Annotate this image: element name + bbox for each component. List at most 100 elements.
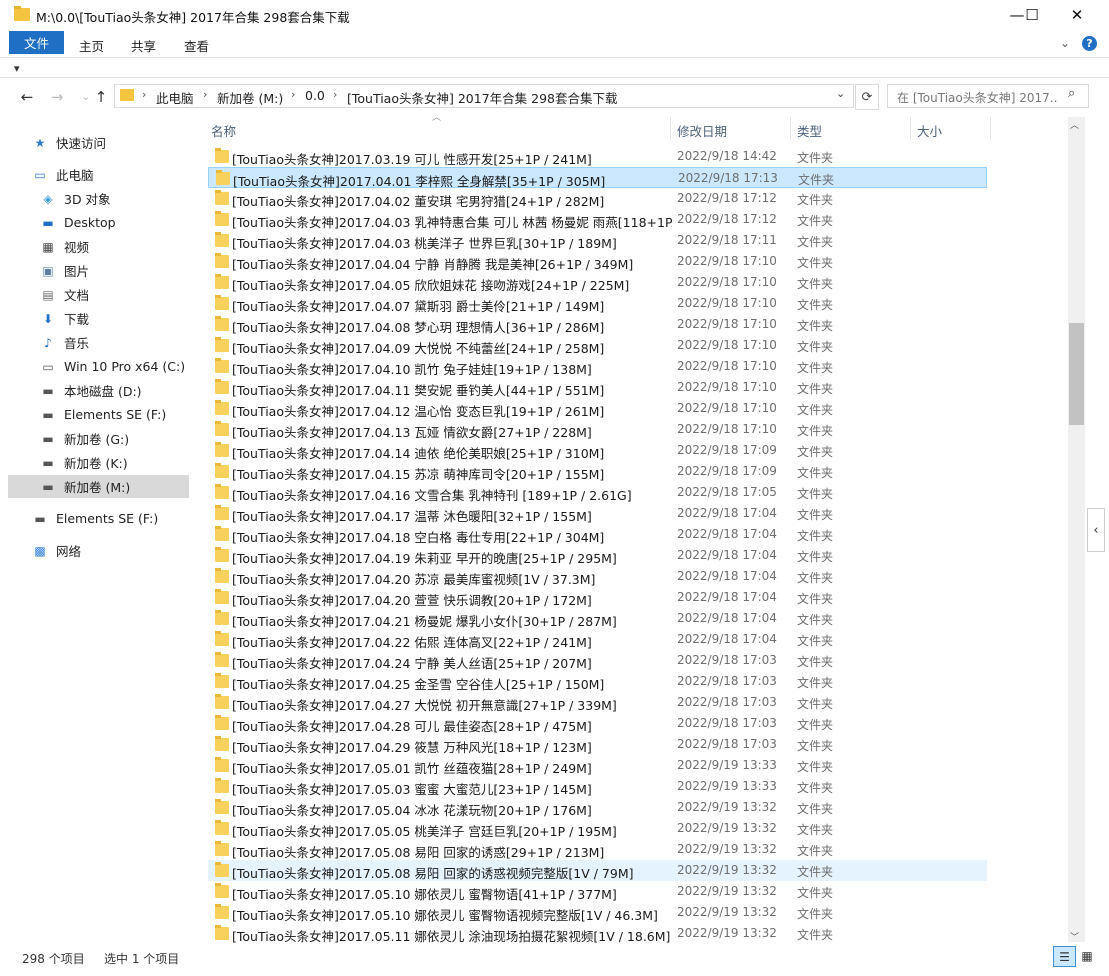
file-row[interactable]: [TouTiao头条女神]2017.04.19 朱莉亚 早开的晚唐[25+1P … — [208, 545, 987, 566]
file-name: [TouTiao头条女神]2017.04.28 可儿 最佳姿态[28+1P / … — [232, 719, 592, 734]
sidebar-item[interactable]: ◈ 3D 对象 — [8, 187, 189, 210]
file-row[interactable]: [TouTiao头条女神]2017.04.04 宁静 肖静腾 我是美神[26+1… — [208, 251, 987, 272]
breadcrumb-separator[interactable]: › — [291, 88, 295, 101]
collapse-panel-button[interactable]: ‹ — [1087, 508, 1105, 552]
scroll-up-icon[interactable]: ︿ — [1070, 118, 1079, 131]
close-button[interactable]: ✕ — [1054, 0, 1100, 30]
sidebar-item[interactable]: ♪ 音乐 — [8, 331, 189, 354]
file-row[interactable]: [TouTiao头条女神]2017.04.18 空白格 毒仕专用[22+1P /… — [208, 524, 987, 545]
scroll-down-icon[interactable]: ﹀ — [1070, 930, 1079, 943]
details-view-icon[interactable]: ☰ — [1053, 946, 1076, 967]
file-row[interactable]: [TouTiao头条女神]2017.05.03 蜜蜜 大蜜范儿[23+1P / … — [208, 776, 987, 797]
file-row[interactable]: [TouTiao头条女神]2017.05.08 易阳 回家的诱惑视频完整版[1V… — [208, 860, 987, 881]
file-row[interactable]: [TouTiao头条女神]2017.04.02 董安琪 宅男狩猎[24+1P /… — [208, 188, 987, 209]
breadcrumb-folder-0-0[interactable]: 0.0 — [305, 88, 325, 103]
forward-button[interactable]: → — [46, 88, 68, 106]
file-row[interactable]: [TouTiao头条女神]2017.04.09 大悦悦 不纯蕾丝[24+1P /… — [208, 335, 987, 356]
sidebar-item[interactable]: ▬ Elements SE (F:) — [8, 507, 189, 530]
search-input[interactable]: 在 [TouTiao头条女神] 2017... — [897, 89, 1057, 106]
file-row[interactable]: [TouTiao头条女神]2017.05.10 娜依灵儿 蜜臀物语视频完整版[1… — [208, 902, 987, 923]
quick-access-toolbar-icon[interactable]: ▾ — [14, 62, 20, 75]
breadcrumb-this-pc[interactable]: 此电脑 — [156, 88, 194, 107]
column-divider[interactable] — [990, 117, 991, 141]
file-row[interactable]: [TouTiao头条女神]2017.04.03 乳神特惠合集 可儿 林茜 杨曼妮… — [208, 209, 987, 230]
tab-view[interactable]: 查看 — [184, 36, 209, 55]
column-divider[interactable] — [790, 117, 791, 141]
sidebar-item[interactable]: ▤ 文档 — [8, 283, 189, 306]
column-header-name[interactable]: 名称 — [211, 121, 236, 140]
file-name: [TouTiao头条女神]2017.04.17 温蒂 沐色暖阳[32+1P / … — [232, 509, 592, 524]
file-row[interactable]: [TouTiao头条女神]2017.04.15 苏凉 萌神库司令[20+1P /… — [208, 461, 987, 482]
ribbon-expand-icon[interactable]: ⌄ — [1060, 36, 1070, 50]
refresh-button[interactable]: ⟳ — [855, 84, 879, 110]
column-divider[interactable] — [670, 117, 671, 141]
breadcrumb-separator[interactable]: › — [333, 88, 337, 101]
file-row[interactable]: [TouTiao头条女神]2017.04.22 佑熙 连体高叉[22+1P / … — [208, 629, 987, 650]
file-row[interactable]: [TouTiao头条女神]2017.05.08 易阳 回家的诱惑[29+1P /… — [208, 839, 987, 860]
sidebar-item[interactable]: ▬ 本地磁盘 (D:) — [8, 379, 189, 402]
file-name: [TouTiao头条女神]2017.04.22 佑熙 连体高叉[22+1P / … — [232, 635, 592, 650]
breadcrumb-separator[interactable]: › — [142, 88, 146, 101]
vertical-scrollbar[interactable] — [1068, 117, 1085, 942]
sidebar-item[interactable]: ▭ 此电脑 — [8, 163, 189, 186]
breadcrumb-current-folder[interactable]: [TouTiao头条女神] 2017年合集 298套合集下载 — [347, 88, 617, 107]
file-row[interactable]: [TouTiao头条女神]2017.04.13 瓦娅 情欲女爵[27+1P / … — [208, 419, 987, 440]
large-icons-view-icon[interactable]: ▦ — [1077, 946, 1097, 965]
sidebar-item[interactable]: ▣ 图片 — [8, 259, 189, 282]
file-row[interactable]: [TouTiao头条女神]2017.04.28 可儿 最佳姿态[28+1P / … — [208, 713, 987, 734]
sidebar-item[interactable]: ▬ Elements SE (F:) — [8, 403, 189, 426]
sidebar-item[interactable]: ▩ 网络 — [8, 539, 189, 562]
sidebar-item-label: 3D 对象 — [64, 192, 111, 207]
sidebar-item[interactable]: ▦ 视频 — [8, 235, 189, 258]
file-row[interactable]: [TouTiao头条女神]2017.03.19 可儿 性感开发[25+1P / … — [208, 146, 987, 167]
file-type: 文件夹 — [797, 319, 834, 333]
sidebar-item[interactable]: ▬ 新加卷 (K:) — [8, 451, 189, 474]
file-row[interactable]: [TouTiao头条女神]2017.05.04 冰冰 花漾玩物[20+1P / … — [208, 797, 987, 818]
column-header-date[interactable]: 修改日期 — [677, 121, 727, 140]
help-icon[interactable]: ? — [1082, 36, 1097, 51]
file-row[interactable]: [TouTiao头条女神]2017.04.24 宁静 美人丝语[25+1P / … — [208, 650, 987, 671]
file-row[interactable]: [TouTiao头条女神]2017.04.20 苏凉 最美库蜜视频[1V / 3… — [208, 566, 987, 587]
column-divider[interactable] — [910, 117, 911, 141]
column-header-type[interactable]: 类型 — [797, 121, 822, 140]
file-row[interactable]: [TouTiao头条女神]2017.05.11 娜依灵儿 涂油现场拍摄花絮视频[… — [208, 923, 987, 944]
file-row[interactable]: [TouTiao头条女神]2017.04.07 黛斯羽 爵士美伶[21+1P /… — [208, 293, 987, 314]
up-button[interactable]: ↑ — [90, 88, 112, 106]
file-row[interactable]: [TouTiao头条女神]2017.04.10 凯竹 兔子娃娃[19+1P / … — [208, 356, 987, 377]
sidebar-item[interactable]: ▬ 新加卷 (G:) — [8, 427, 189, 450]
column-header-size[interactable]: 大小 — [917, 121, 942, 140]
tab-share[interactable]: 共享 — [131, 36, 156, 55]
file-name: [TouTiao头条女神]2017.04.27 大悦悦 初开無意識[27+1P … — [232, 698, 617, 713]
sidebar-item[interactable]: ⬇ 下载 — [8, 307, 189, 330]
tab-home[interactable]: 主页 — [79, 36, 104, 55]
maximize-button[interactable]: ☐ — [1009, 0, 1055, 30]
file-row[interactable]: [TouTiao头条女神]2017.05.01 凯竹 丝蕴夜猫[28+1P / … — [208, 755, 987, 776]
file-row[interactable]: [TouTiao头条女神]2017.05.10 娜依灵儿 蜜臀物语[41+1P … — [208, 881, 987, 902]
file-row[interactable]: [TouTiao头条女神]2017.04.12 温心怡 变态巨乳[19+1P /… — [208, 398, 987, 419]
tab-file[interactable]: 文件 — [9, 31, 64, 54]
search-icon[interactable]: ⌕ — [1068, 86, 1075, 101]
sidebar-item[interactable]: ★ 快速访问 — [8, 131, 189, 154]
back-button[interactable]: ← — [16, 88, 38, 106]
file-row[interactable]: [TouTiao头条女神]2017.04.03 桃美洋子 世界巨乳[30+1P … — [208, 230, 987, 251]
file-row[interactable]: [TouTiao头条女神]2017.04.16 文雪合集 乳神特刊 [189+1… — [208, 482, 987, 503]
file-row[interactable]: [TouTiao头条女神]2017.04.01 李梓熙 全身解禁[35+1P /… — [208, 167, 987, 189]
file-row[interactable]: [TouTiao头条女神]2017.04.14 迪依 绝伦美职娘[25+1P /… — [208, 440, 987, 461]
file-row[interactable]: [TouTiao头条女神]2017.04.21 杨曼妮 爆乳小女仆[30+1P … — [208, 608, 987, 629]
sidebar-item[interactable]: ▭ Win 10 Pro x64 (C:) — [8, 355, 189, 378]
sidebar-item[interactable]: ▬ 新加卷 (M:) — [8, 475, 189, 498]
breadcrumb-separator[interactable]: › — [203, 88, 207, 101]
file-row[interactable]: [TouTiao头条女神]2017.04.17 温蒂 沐色暖阳[32+1P / … — [208, 503, 987, 524]
scrollbar-thumb[interactable] — [1069, 323, 1084, 425]
breadcrumb-drive-m[interactable]: 新加卷 (M:) — [217, 88, 283, 107]
file-row[interactable]: [TouTiao头条女神]2017.04.25 金圣雪 空谷佳人[25+1P /… — [208, 671, 987, 692]
file-row[interactable]: [TouTiao头条女神]2017.04.20 萱萱 快乐调教[20+1P / … — [208, 587, 987, 608]
file-row[interactable]: [TouTiao头条女神]2017.04.08 梦心玥 理想情人[36+1P /… — [208, 314, 987, 335]
file-row[interactable]: [TouTiao头条女神]2017.05.05 桃美洋子 宫廷巨乳[20+1P … — [208, 818, 987, 839]
sidebar-item[interactable]: ▬ Desktop — [8, 211, 189, 234]
file-row[interactable]: [TouTiao头条女神]2017.04.11 樊安妮 垂钓美人[44+1P /… — [208, 377, 987, 398]
file-row[interactable]: [TouTiao头条女神]2017.04.05 欣欣姐妹花 接吻游戏[24+1P… — [208, 272, 987, 293]
address-dropdown-icon[interactable]: ⌄ — [836, 87, 845, 100]
file-row[interactable]: [TouTiao头条女神]2017.04.29 筱慧 万种风光[18+1P / … — [208, 734, 987, 755]
file-row[interactable]: [TouTiao头条女神]2017.04.27 大悦悦 初开無意識[27+1P … — [208, 692, 987, 713]
